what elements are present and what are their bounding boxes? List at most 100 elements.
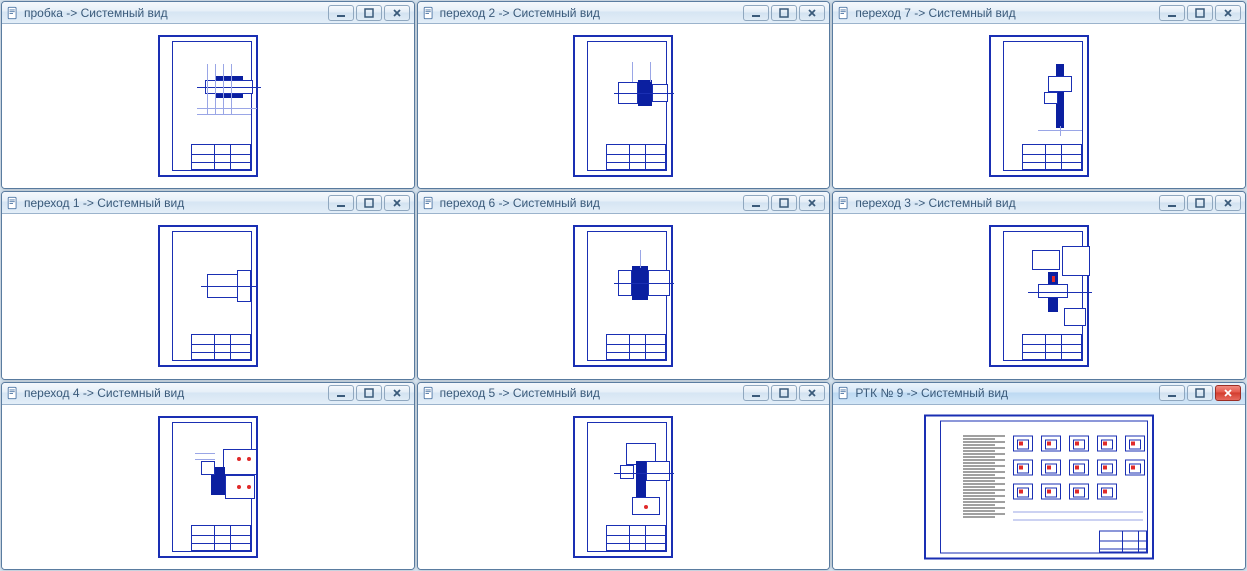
- viewport[interactable]: [418, 214, 830, 378]
- drawing-content: [602, 50, 660, 140]
- drawing-content: [602, 240, 660, 330]
- drawing-frame: [587, 41, 667, 171]
- mdi-window[interactable]: переход 3 -> Системный вид: [832, 191, 1246, 379]
- maximize-button[interactable]: [356, 385, 382, 401]
- maximize-button[interactable]: [1187, 5, 1213, 21]
- drawing-sheet: [989, 35, 1089, 177]
- minimize-button[interactable]: [328, 195, 354, 211]
- titlebar[interactable]: переход 3 -> Системный вид: [833, 192, 1245, 214]
- title-block: [606, 334, 666, 360]
- viewport[interactable]: [833, 214, 1245, 378]
- title-block: [1022, 334, 1082, 360]
- mdi-window[interactable]: переход 5 -> Системный вид: [417, 382, 831, 570]
- close-button[interactable]: [1215, 385, 1241, 401]
- drawing-frame: [940, 420, 1148, 553]
- window-buttons: [1159, 195, 1241, 211]
- drawing-sheet: [924, 414, 1154, 559]
- mdi-window[interactable]: переход 1 -> Системный вид: [1, 191, 415, 379]
- window-title: переход 6 -> Системный вид: [440, 196, 740, 210]
- window-title: пробка -> Системный вид: [24, 6, 324, 20]
- drawing-content: [187, 50, 245, 140]
- drawing-sheet: [573, 35, 673, 177]
- close-button[interactable]: [384, 195, 410, 211]
- titlebar[interactable]: пробка -> Системный вид: [2, 2, 414, 24]
- viewport[interactable]: [418, 24, 830, 188]
- drawing-frame: [1003, 231, 1083, 361]
- window-title: переход 4 -> Системный вид: [24, 386, 324, 400]
- drawing-sheet: [573, 225, 673, 367]
- titlebar[interactable]: переход 7 -> Системный вид: [833, 2, 1245, 24]
- drawing-sheet: [158, 416, 258, 558]
- mdi-window[interactable]: переход 6 -> Системный вид: [417, 191, 831, 379]
- window-buttons: [743, 385, 825, 401]
- maximize-button[interactable]: [771, 385, 797, 401]
- close-button[interactable]: [384, 385, 410, 401]
- maximize-button[interactable]: [356, 5, 382, 21]
- mdi-window[interactable]: переход 2 -> Системный вид: [417, 1, 831, 189]
- drawing-content: [187, 240, 245, 330]
- titlebar[interactable]: переход 1 -> Системный вид: [2, 192, 414, 214]
- titlebar[interactable]: переход 5 -> Системный вид: [418, 383, 830, 405]
- close-button[interactable]: [799, 385, 825, 401]
- minimize-button[interactable]: [328, 5, 354, 21]
- minimize-button[interactable]: [1159, 195, 1185, 211]
- maximize-button[interactable]: [1187, 195, 1213, 211]
- minimize-button[interactable]: [1159, 5, 1185, 21]
- viewport[interactable]: [418, 405, 830, 569]
- title-block: [1099, 530, 1147, 552]
- minimize-button[interactable]: [743, 195, 769, 211]
- window-title: переход 7 -> Системный вид: [855, 6, 1155, 20]
- document-icon: [422, 386, 436, 400]
- viewport[interactable]: [833, 24, 1245, 188]
- document-icon: [837, 386, 851, 400]
- document-icon: [6, 196, 20, 210]
- drawing-frame: [172, 41, 252, 171]
- window-buttons: [743, 195, 825, 211]
- viewport[interactable]: [2, 24, 414, 188]
- maximize-button[interactable]: [771, 195, 797, 211]
- minimize-button[interactable]: [743, 385, 769, 401]
- viewport[interactable]: [2, 405, 414, 569]
- window-buttons: [1159, 5, 1241, 21]
- titlebar[interactable]: РТК № 9 -> Системный вид: [833, 383, 1245, 405]
- close-button[interactable]: [799, 195, 825, 211]
- document-icon: [837, 6, 851, 20]
- title-block: [606, 144, 666, 170]
- close-button[interactable]: [384, 5, 410, 21]
- title-block: [191, 334, 251, 360]
- maximize-button[interactable]: [356, 195, 382, 211]
- titlebar[interactable]: переход 4 -> Системный вид: [2, 383, 414, 405]
- viewport[interactable]: [2, 214, 414, 378]
- window-buttons: [743, 5, 825, 21]
- document-icon: [837, 196, 851, 210]
- window-title: переход 1 -> Системный вид: [24, 196, 324, 210]
- mdi-window[interactable]: переход 7 -> Системный вид: [832, 1, 1246, 189]
- window-buttons: [1159, 385, 1241, 401]
- viewport[interactable]: [833, 405, 1245, 569]
- minimize-button[interactable]: [328, 385, 354, 401]
- document-icon: [6, 6, 20, 20]
- titlebar[interactable]: переход 6 -> Системный вид: [418, 192, 830, 214]
- close-button[interactable]: [799, 5, 825, 21]
- titlebar[interactable]: переход 2 -> Системный вид: [418, 2, 830, 24]
- close-button[interactable]: [1215, 195, 1241, 211]
- maximize-button[interactable]: [1187, 385, 1213, 401]
- minimize-button[interactable]: [743, 5, 769, 21]
- title-block: [606, 525, 666, 551]
- document-icon: [422, 6, 436, 20]
- mdi-window[interactable]: пробка -> Системный вид: [1, 1, 415, 189]
- window-buttons: [328, 195, 410, 211]
- drawing-frame: [172, 422, 252, 552]
- drawing-sheet: [573, 416, 673, 558]
- mdi-window[interactable]: РТК № 9 -> Системный вид: [832, 382, 1246, 570]
- title-block: [1022, 144, 1082, 170]
- mdi-window[interactable]: переход 4 -> Системный вид: [1, 382, 415, 570]
- window-title: переход 3 -> Системный вид: [855, 196, 1155, 210]
- maximize-button[interactable]: [771, 5, 797, 21]
- window-title: РТК № 9 -> Системный вид: [855, 386, 1155, 400]
- drawing-content: [1018, 50, 1076, 140]
- document-icon: [6, 386, 20, 400]
- window-buttons: [328, 5, 410, 21]
- minimize-button[interactable]: [1159, 385, 1185, 401]
- close-button[interactable]: [1215, 5, 1241, 21]
